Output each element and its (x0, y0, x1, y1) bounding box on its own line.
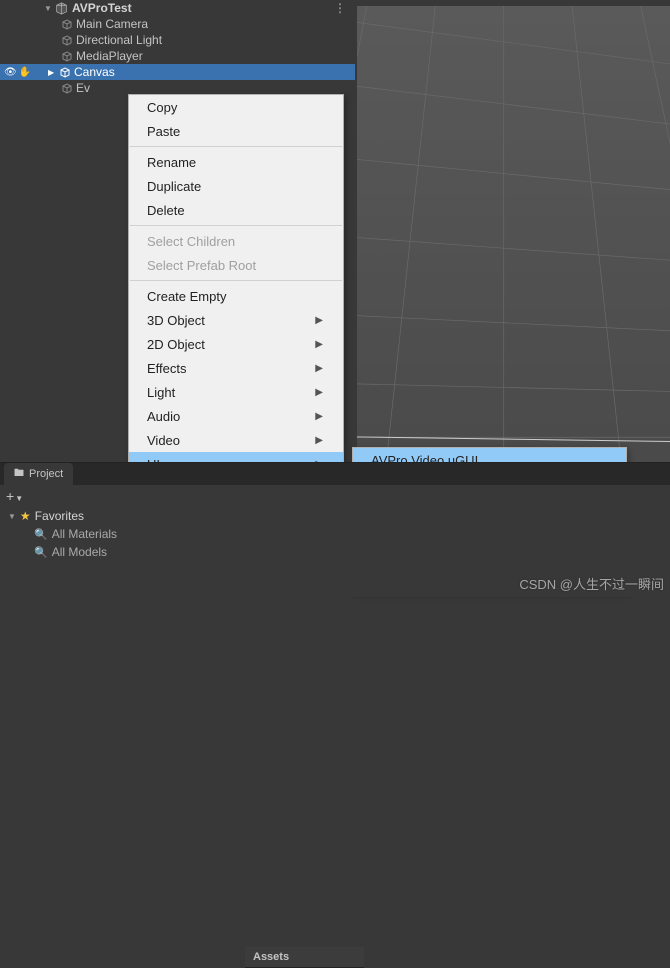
star-icon: ★ (20, 509, 31, 523)
menu-select-prefab-root: Select Prefab Root (129, 253, 343, 277)
gameobject-icon (60, 49, 74, 63)
assets-header[interactable]: Assets (245, 947, 364, 968)
visibility-icon[interactable]: 👁 (4, 67, 17, 78)
item-label: Ev (76, 81, 90, 95)
item-label: Canvas (74, 65, 115, 79)
item-label: MediaPlayer (76, 49, 143, 63)
project-tab-label: Project (29, 468, 63, 480)
project-tabs: 🖿 Project (0, 463, 670, 485)
menu-3d-object[interactable]: 3D Object▶ (129, 308, 343, 332)
menu-copy[interactable]: Copy (129, 95, 343, 119)
gameobject-icon (60, 81, 74, 95)
expand-arrow-icon[interactable]: ▼ (44, 4, 54, 13)
menu-separator (130, 225, 342, 226)
item-label: Directional Light (76, 33, 162, 47)
hierarchy-item-selected[interactable]: 👁 ✋ ▶ Canvas (0, 64, 355, 80)
project-toolbar: +▼ (0, 485, 670, 507)
submenu-arrow-icon: ▶ (315, 363, 323, 374)
search-icon: 🔍 (34, 528, 48, 541)
watermark-text: CSDN @人生不过一瞬间 (519, 574, 664, 593)
submenu-arrow-icon: ▶ (315, 339, 323, 350)
scene-viewport[interactable] (357, 0, 670, 462)
hierarchy-item[interactable]: Directional Light (0, 32, 355, 48)
add-button[interactable]: +▼ (6, 488, 23, 504)
favorites-label: Favorites (35, 509, 84, 523)
unity-logo-icon (54, 1, 68, 15)
pickable-icon[interactable]: ✋ (19, 67, 31, 78)
gameobject-icon (60, 33, 74, 47)
submenu-arrow-icon: ▶ (315, 387, 323, 398)
submenu-arrow-icon: ▶ (315, 315, 323, 326)
menu-separator (130, 146, 342, 147)
submenu-arrow-icon: ▶ (315, 435, 323, 446)
folder-icon: 🖿 (14, 466, 24, 483)
scene-root-row[interactable]: ▼ AVProTest ⋮ (0, 0, 355, 16)
hierarchy-item[interactable]: MediaPlayer (0, 48, 355, 64)
favorites-item[interactable]: 🔍 All Models (0, 543, 670, 561)
menu-paste[interactable]: Paste (129, 119, 343, 143)
menu-audio[interactable]: Audio▶ (129, 404, 343, 428)
menu-create-empty[interactable]: Create Empty (129, 284, 343, 308)
search-icon: 🔍 (34, 546, 48, 559)
kebab-menu-icon[interactable]: ⋮ (334, 1, 347, 15)
favorites-header[interactable]: ▼ ★ Favorites (0, 507, 670, 525)
gameobject-icon (60, 17, 74, 31)
menu-select-children: Select Children (129, 229, 343, 253)
viewport-grid (357, 6, 670, 462)
menu-2d-object[interactable]: 2D Object▶ (129, 332, 343, 356)
menu-effects[interactable]: Effects▶ (129, 356, 343, 380)
hierarchy-item[interactable]: Main Camera (0, 16, 355, 32)
favorites-item-label: All Materials (52, 527, 117, 541)
menu-duplicate[interactable]: Duplicate (129, 174, 343, 198)
context-menu-main: Copy Paste Rename Duplicate Delete Selec… (128, 94, 344, 501)
item-label: Main Camera (76, 17, 148, 31)
project-tab[interactable]: 🖿 Project (4, 463, 73, 485)
gameobject-icon (58, 65, 72, 79)
menu-delete[interactable]: Delete (129, 198, 343, 222)
favorites-item[interactable]: 🔍 All Materials (0, 525, 670, 543)
expand-arrow-icon[interactable]: ▶ (48, 68, 58, 77)
menu-separator (130, 280, 342, 281)
submenu-arrow-icon: ▶ (315, 411, 323, 422)
menu-light[interactable]: Light▶ (129, 380, 343, 404)
menu-rename[interactable]: Rename (129, 150, 343, 174)
expand-arrow-icon[interactable]: ▼ (8, 512, 16, 521)
scene-name: AVProTest (72, 1, 132, 15)
favorites-item-label: All Models (52, 545, 107, 559)
menu-video[interactable]: Video▶ (129, 428, 343, 452)
